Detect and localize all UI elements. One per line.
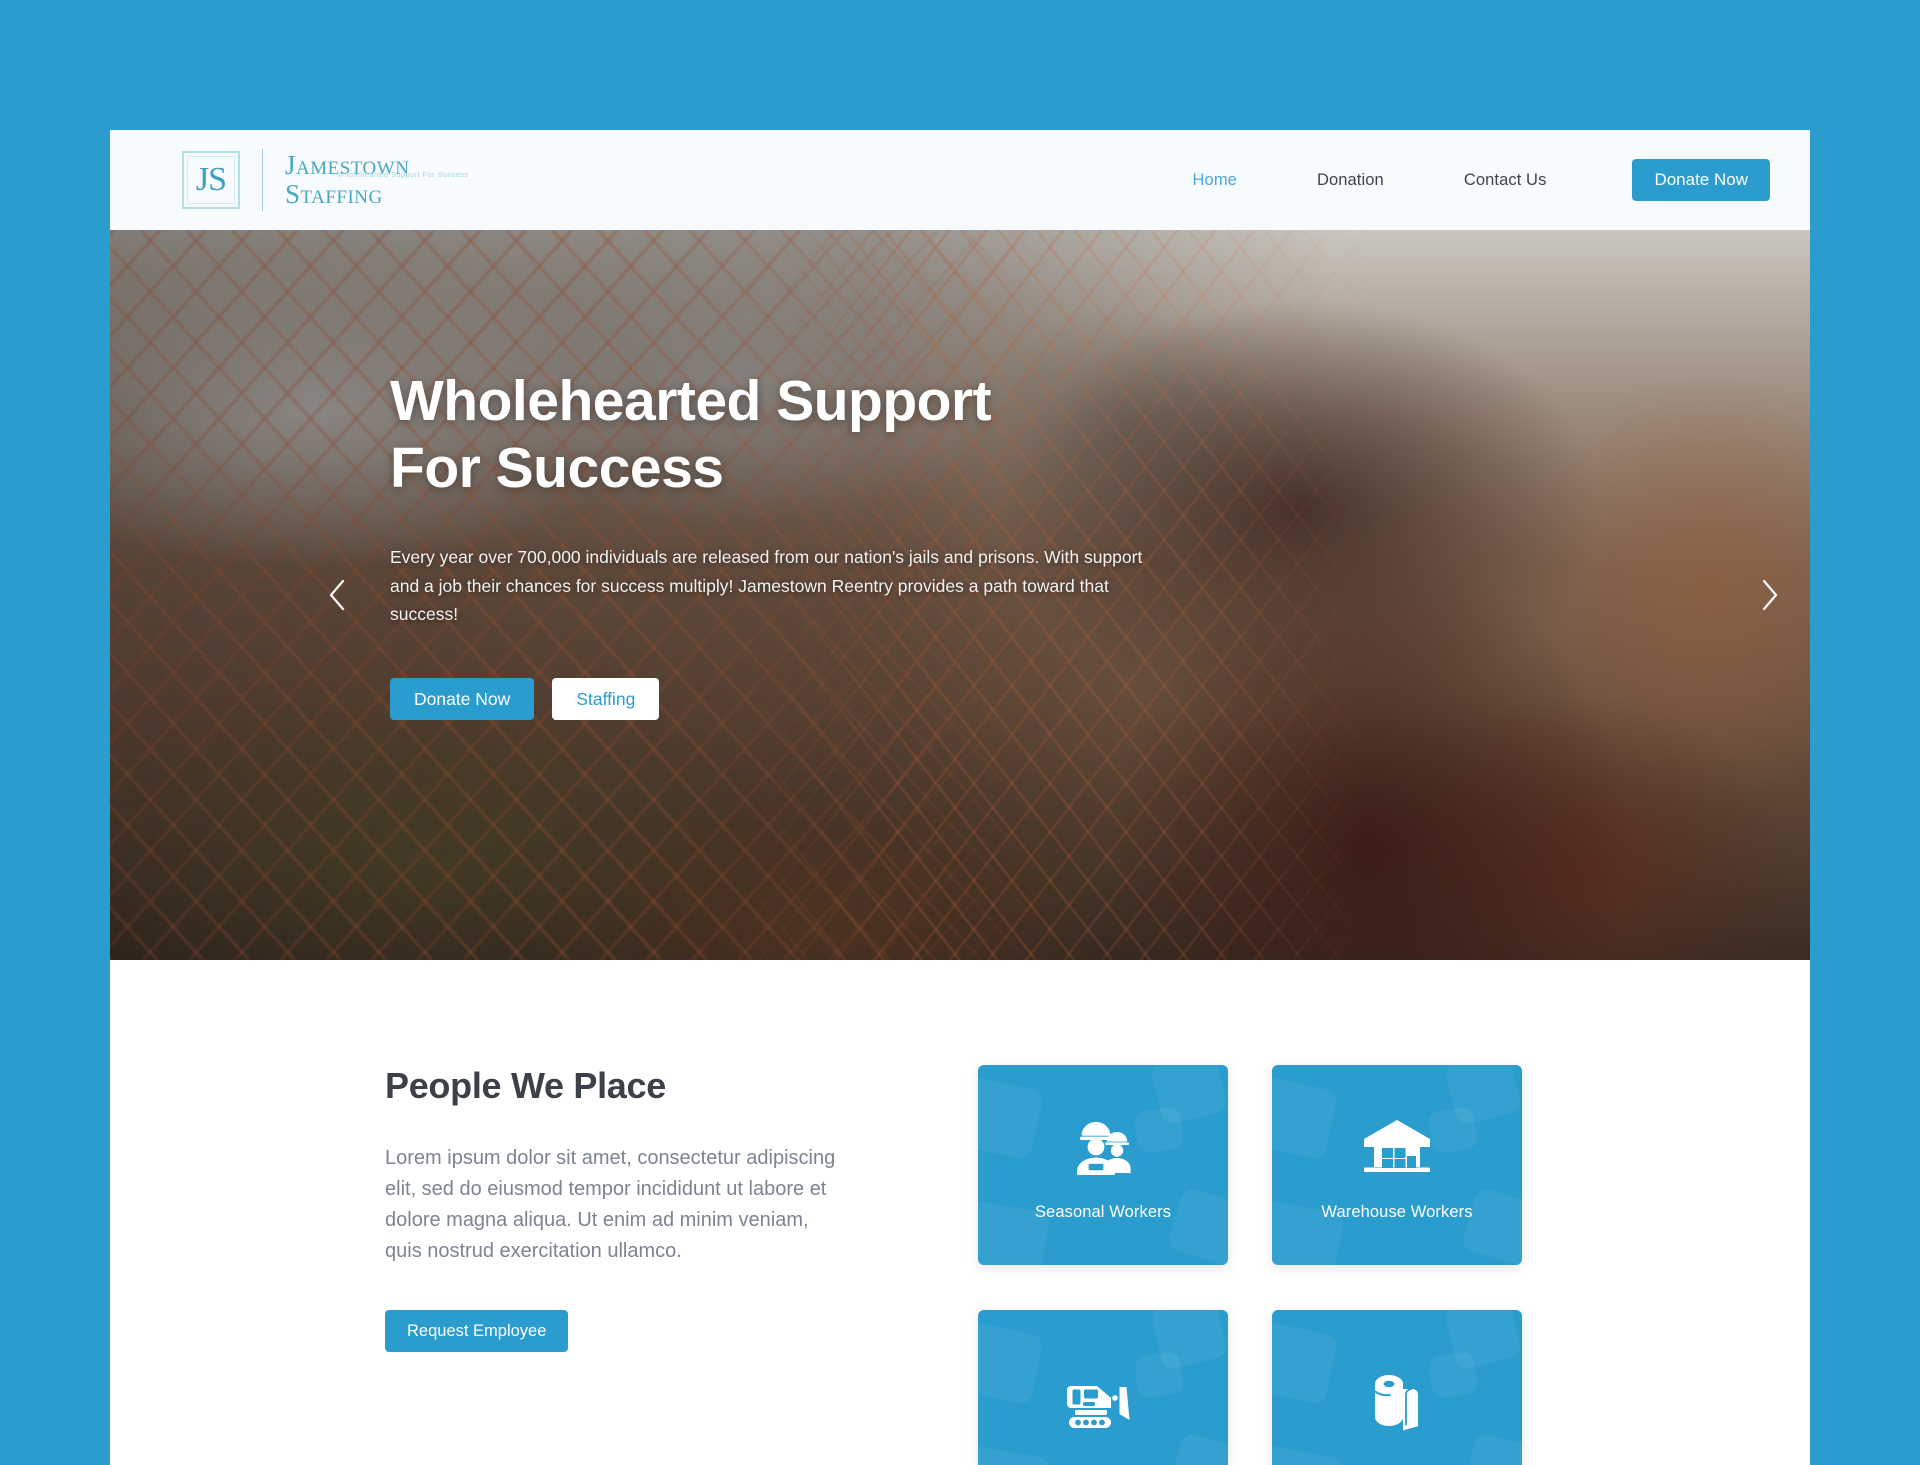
nav-item-contact-us[interactable]: Contact Us [1424,171,1587,190]
card-decoration-shape [1427,1351,1479,1399]
hero-carousel: Wholehearted Support For Success Every y… [110,230,1810,960]
card-decoration-shape [978,1442,1051,1465]
carousel-next-button[interactable] [1748,573,1792,617]
card-decoration-shape [1166,1186,1228,1265]
people-we-place-text-column: People We Place Lorem ipsum dolor sit am… [385,1065,905,1465]
card-seasonal-workers[interactable]: Seasonal Workers [978,1065,1228,1265]
logo-divider [262,149,263,211]
carousel-prev-button[interactable] [315,573,359,617]
primary-navigation: Home Donation Contact Us Donate Now [1153,159,1770,201]
site-logo[interactable]: JS Jamestown Staffing Wholehearted Suppo… [182,149,468,211]
chevron-right-icon [1759,578,1781,612]
hero-subtext: Every year over 700,000 individuals are … [390,547,1143,625]
card-heavy-equipment-operators[interactable] [978,1310,1228,1465]
paper-roll-icon [1369,1363,1425,1439]
people-we-place-body: Lorem ipsum dolor sit amet, consectetur … [385,1147,836,1262]
card-decoration-shape [978,1075,1045,1161]
card-decoration-shape [1460,1186,1522,1265]
card-decoration-shape [1272,1075,1339,1161]
construction-workers-icon [1066,1109,1140,1185]
nav-item-home[interactable]: Home [1153,171,1277,190]
hero-actions: Donate Now Staffing [390,678,1180,721]
logo-wordmark: Jamestown Staffing Wholehearted Support … [285,152,468,209]
card-decoration-shape [1133,1106,1185,1154]
card-decoration-shape [1272,1442,1345,1465]
logo-tagline: Wholehearted Support For Success [337,170,469,179]
warehouse-icon [1362,1109,1432,1185]
card-paper-products-workers[interactable] [1272,1310,1522,1465]
logo-monogram-badge: JS [182,151,240,209]
card-decoration-shape [1272,1320,1339,1406]
request-employee-button[interactable]: Request Employee [385,1310,569,1352]
excavator-icon [1063,1363,1143,1439]
logo-line-2: Staffing [285,179,383,209]
card-label: Seasonal Workers [1034,1202,1172,1221]
people-we-place-title: People We Place [385,1065,666,1106]
card-warehouse-workers[interactable]: Warehouse Workers [1272,1065,1522,1265]
hero-content: Wholehearted Support For Success Every y… [390,368,1180,721]
card-decoration-shape [1166,1431,1228,1465]
card-decoration-shape [1460,1431,1522,1465]
card-decoration-shape [978,1320,1045,1406]
card-label: Warehouse Workers [1321,1202,1473,1221]
header-donate-now-button[interactable]: Donate Now [1632,159,1770,201]
site-header: JS Jamestown Staffing Wholehearted Suppo… [110,130,1810,230]
card-decoration-shape [1427,1106,1479,1154]
logo-monogram-text: JS [195,161,227,198]
hero-staffing-button[interactable]: Staffing [552,678,660,721]
worker-category-card-grid: Seasonal Workers Warehouse Workers [978,1065,1522,1465]
chevron-left-icon [326,578,348,612]
nav-item-donation[interactable]: Donation [1277,171,1424,190]
hero-headline: Wholehearted Support For Success [390,369,992,500]
hero-donate-now-button[interactable]: Donate Now [390,678,535,721]
site-page: JS Jamestown Staffing Wholehearted Suppo… [110,130,1810,1465]
people-we-place-section: People We Place Lorem ipsum dolor sit am… [110,960,1810,1465]
